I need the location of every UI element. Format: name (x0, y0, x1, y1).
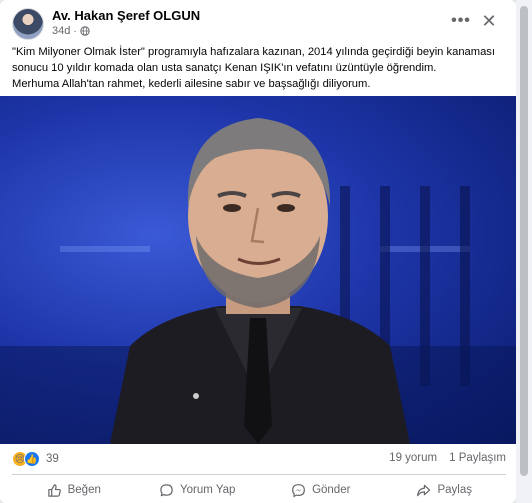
author-name[interactable]: Av. Hakan Şeref OLGUN (52, 8, 200, 23)
more-options-button[interactable]: ••• (450, 10, 472, 32)
send-button[interactable]: Gönder (259, 478, 383, 502)
send-button-label: Gönder (312, 484, 351, 496)
engagement-counts: 19 yorum 1 Paylaşım (389, 452, 506, 464)
share-count[interactable]: 1 Paylaşım (449, 452, 506, 464)
share-button-label: Paylaş (437, 484, 473, 496)
thumbs-up-icon (47, 483, 61, 497)
post-text-line: Merhuma Allah'tan rahmet, kederli ailesi… (12, 78, 371, 90)
divider (12, 474, 506, 475)
like-button-label: Beğen (67, 484, 101, 496)
comment-button-label: Yorum Yap (180, 484, 236, 496)
reaction-count: 39 (46, 453, 59, 465)
post-stats: 😢 👍 39 19 yorum 1 Paylaşım (12, 450, 506, 470)
author-avatar[interactable] (12, 8, 44, 40)
scrollbar[interactable] (516, 0, 532, 503)
post-text-line: "Kim Milyoner Olmak İster" programıyla h… (12, 46, 496, 58)
share-icon (417, 484, 431, 496)
share-button[interactable]: Paylaş (383, 478, 507, 502)
messenger-icon (292, 483, 305, 497)
post-meta: 34d · (52, 25, 90, 37)
comment-button[interactable]: Yorum Yap (136, 478, 260, 502)
reactions-summary[interactable]: 😢 👍 39 (12, 451, 59, 467)
post-time[interactable]: 34d (52, 25, 70, 37)
like-reaction-icon: 👍 (24, 451, 40, 467)
post-actions: Beğen Yorum Yap Gönder Paylaş (12, 478, 506, 502)
post-header: Av. Hakan Şeref OLGUN 34d · ••• ✕ (12, 6, 506, 40)
post-text: "Kim Milyoner Olmak İster" programıyla h… (12, 44, 506, 92)
scrollbar-thumb[interactable] (520, 6, 528, 476)
post-photo[interactable] (0, 96, 516, 444)
portrait-illustration (0, 118, 516, 444)
post-text-line: sonucu 10 yıldır komada olan usta sanatç… (12, 62, 437, 74)
comment-count[interactable]: 19 yorum (389, 452, 437, 464)
meta-separator: · (73, 25, 77, 37)
like-button[interactable]: Beğen (12, 478, 136, 502)
globe-icon (80, 26, 90, 36)
comment-icon (160, 483, 173, 496)
close-icon[interactable]: ✕ (478, 10, 500, 32)
post-card: Av. Hakan Şeref OLGUN 34d · ••• ✕ "Kim M… (0, 0, 516, 503)
